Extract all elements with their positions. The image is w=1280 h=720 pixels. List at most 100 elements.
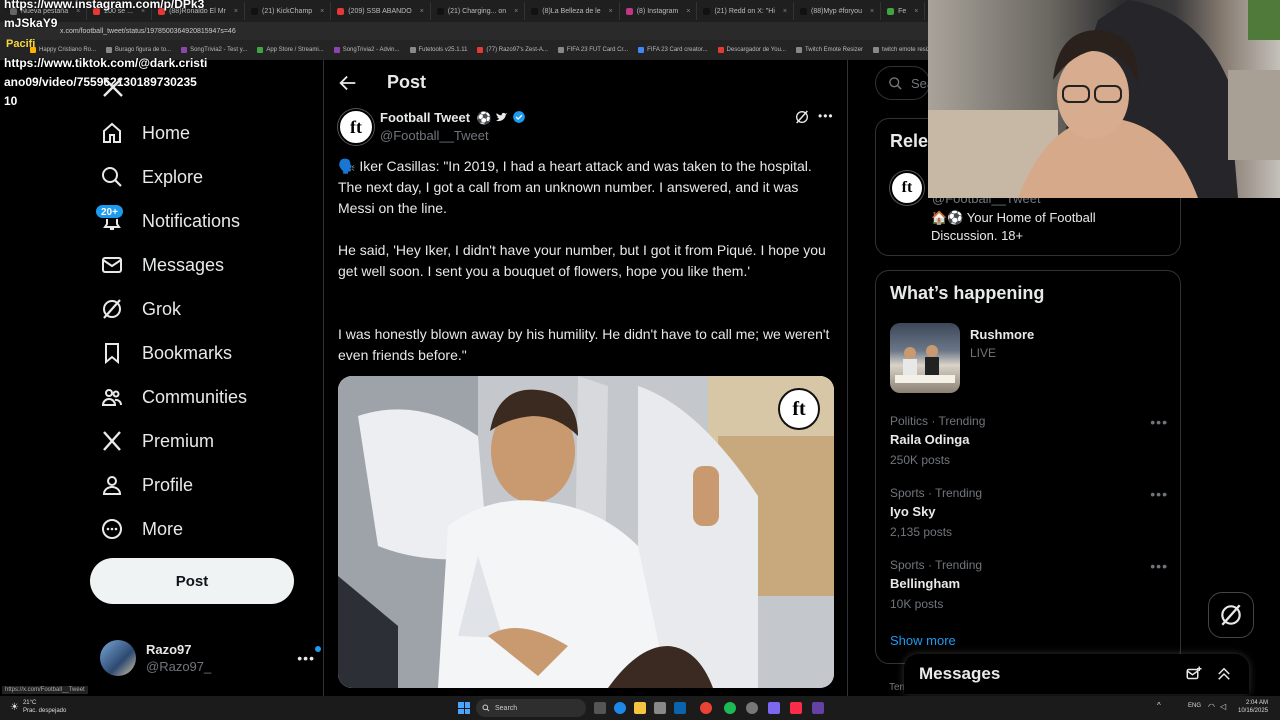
volume-icon[interactable]: ◁ (1220, 702, 1226, 711)
tab-close-icon[interactable]: × (914, 8, 918, 15)
bookmark-favicon-icon (257, 47, 264, 53)
author-name-row[interactable]: Football Tweet ⚽ (380, 110, 526, 125)
nav-label: Communities (142, 386, 248, 407)
author-avatar[interactable]: ft (338, 109, 374, 145)
search-input[interactable]: Sear (875, 66, 930, 100)
tab-close-icon[interactable]: × (514, 8, 518, 15)
bookmark-item[interactable]: twitch emote resizer (872, 47, 935, 53)
chevron-up-double-icon[interactable] (1215, 665, 1233, 683)
chrome-icon[interactable] (700, 702, 712, 714)
store-icon[interactable] (654, 702, 666, 714)
more-dots-icon[interactable]: ••• (297, 646, 321, 666)
twitch-icon[interactable] (812, 702, 824, 714)
account-switcher[interactable]: Razo97 @Razo97_ ••• (100, 638, 321, 678)
bookmark-item[interactable]: Burago figura de to... (106, 47, 171, 53)
browser-tab[interactable]: (8) Instagram × (620, 2, 698, 20)
browser-tab[interactable]: (21) Charging... on × (431, 2, 526, 20)
mail-icon[interactable] (674, 702, 686, 714)
nav-item-messages[interactable]: Messages (100, 253, 224, 277)
browser-tab[interactable]: (88)Myp #foryou × (794, 2, 882, 20)
live-name[interactable]: Rushmore (970, 327, 1034, 342)
bookmark-item[interactable]: FIFA 23 FUT Card Cr... (557, 47, 629, 53)
bookmark-favicon-icon (872, 47, 879, 53)
weather-widget[interactable]: ☀ 21°C Prac. despejado (10, 699, 66, 715)
relevant-avatar[interactable]: ft (890, 171, 924, 205)
edge-icon[interactable] (614, 702, 626, 714)
bookmark-label: (77) Razo97's Zest-A... (486, 47, 548, 53)
avatar (100, 640, 136, 676)
bookmark-item[interactable]: App Store / Streami... (257, 47, 324, 53)
bookmark-item[interactable]: FIFA 23 Card creator... (638, 47, 708, 53)
trend-item[interactable]: Sports · Trending Bellingham 10K posts •… (890, 558, 1168, 611)
browser-tab[interactable]: (21) Redd on X: "Hi × (697, 2, 794, 20)
bookmark-label: FIFA 23 FUT Card Cr... (566, 47, 629, 53)
post-image[interactable]: ft (338, 376, 834, 688)
tab-close-icon[interactable]: × (320, 8, 324, 15)
language-indicator[interactable]: ENG (1188, 703, 1201, 709)
app-icon[interactable] (746, 702, 758, 714)
tab-close-icon[interactable]: × (686, 8, 690, 15)
trend-item[interactable]: Sports · Trending Iyo Sky 2,135 posts ••… (890, 486, 1168, 539)
weather-temp: 21°C (22, 700, 37, 706)
spotify-icon[interactable] (724, 702, 736, 714)
show-more-link[interactable]: Show more (890, 633, 956, 648)
post-button[interactable]: Post (90, 558, 294, 604)
bookmark-item[interactable]: Futetools v25.1.11 (409, 47, 467, 53)
clock[interactable]: 2:04 AM 10/16/2025 (1238, 699, 1268, 715)
taskbar-search[interactable]: Search (476, 699, 586, 717)
nav-item-profile[interactable]: Profile (100, 473, 193, 497)
windows-taskbar: ☀ 21°C Prac. despejado Search ^ ENG ◠ ◁ … (0, 696, 1280, 720)
trend-more-icon[interactable]: ••• (1150, 558, 1168, 574)
wifi-icon[interactable]: ◠ (1208, 702, 1215, 711)
browser-tab[interactable]: Fe × (881, 2, 926, 20)
nav-item-bookmarks[interactable]: Bookmarks (100, 341, 232, 365)
grok-icon[interactable] (794, 109, 810, 125)
trend-more-icon[interactable]: ••• (1150, 414, 1168, 430)
more-circle-icon (102, 519, 122, 539)
tab-label: (21) Charging... on (447, 7, 507, 15)
bookmark-item[interactable]: Twitch Emote Resizer (795, 47, 863, 53)
author-handle[interactable]: @Football__Tweet (380, 128, 489, 143)
tab-close-icon[interactable]: × (783, 8, 787, 15)
bookmark-icon (105, 343, 119, 365)
tab-close-icon[interactable]: × (609, 8, 613, 15)
task-view-icon[interactable] (594, 702, 606, 714)
bookmark-item[interactable]: SongTrivia2 - Advin... (333, 47, 400, 53)
bookmark-label: Descargador de You... (726, 47, 786, 53)
discord-icon[interactable] (768, 702, 780, 714)
bookmark-item[interactable]: Happy Cristiano Ro... (30, 47, 96, 53)
nav-item-premium[interactable]: Premium (100, 429, 214, 453)
bookmark-item[interactable]: Descargador de You... (717, 47, 786, 53)
music-icon[interactable] (790, 702, 802, 714)
bookmark-item[interactable]: SongTrivia2 - Test y... (181, 47, 247, 53)
communities-icon (101, 389, 122, 406)
bird-icon (496, 112, 508, 122)
trend-more-icon[interactable]: ••• (1150, 486, 1168, 502)
nav-item-more[interactable]: More (100, 517, 183, 541)
chevron-up-icon[interactable]: ^ (1157, 701, 1161, 710)
live-thumbnail[interactable] (890, 323, 960, 393)
avatar-text: ft (350, 116, 362, 137)
browser-tab[interactable]: (21) KickChamp × (245, 2, 332, 20)
grok-floating-button[interactable] (1208, 592, 1254, 638)
windows-start-icon[interactable] (458, 702, 470, 714)
browser-tab[interactable]: (8)La Belleza de le × (525, 2, 620, 20)
messages-drawer[interactable]: Messages (904, 654, 1249, 694)
trend-item[interactable]: Politics · Trending Raila Odinga 250K po… (890, 414, 1168, 467)
post-more-icon[interactable]: ••• (818, 109, 834, 123)
bookmark-item[interactable]: (77) Razo97's Zest-A... (477, 47, 548, 53)
tab-close-icon[interactable]: × (420, 8, 424, 15)
nav-item-home[interactable]: Home (100, 121, 190, 145)
new-message-icon[interactable] (1185, 665, 1203, 683)
bookmark-label: SongTrivia2 - Test y... (190, 47, 248, 53)
tab-close-icon[interactable]: × (870, 8, 874, 15)
nav-label: Home (142, 122, 191, 143)
nav-item-explore[interactable]: Explore (100, 165, 203, 189)
tab-close-icon[interactable]: × (234, 8, 238, 15)
file-explorer-icon[interactable] (634, 702, 646, 714)
nav-item-communities[interactable]: Communities (100, 385, 247, 409)
browser-tab[interactable]: (209) SSB ABANDO × (331, 2, 431, 20)
nav-item-grok[interactable]: Grok (100, 297, 181, 321)
back-arrow-icon[interactable] (337, 72, 359, 94)
x-logo-icon[interactable] (101, 75, 125, 99)
